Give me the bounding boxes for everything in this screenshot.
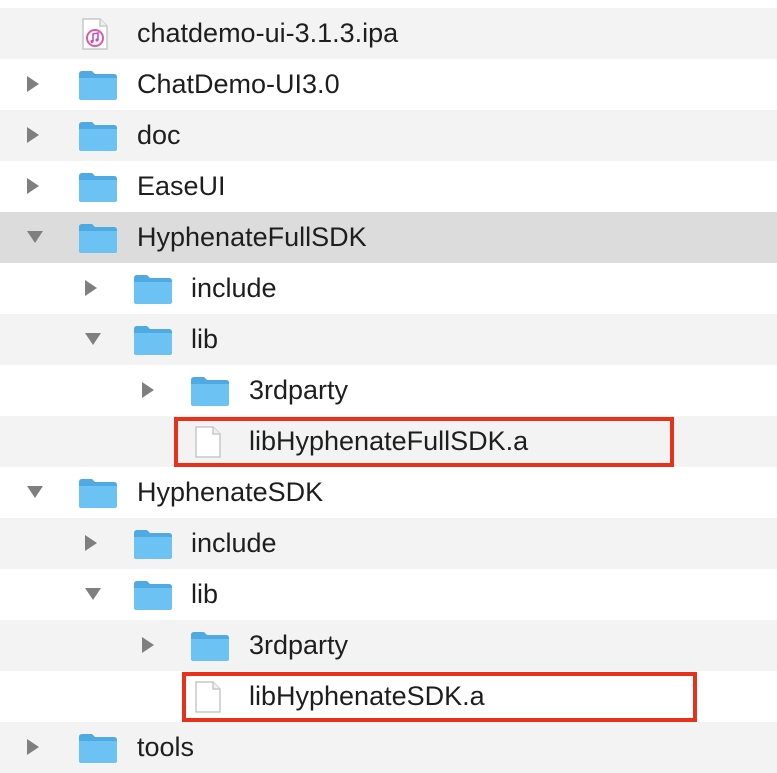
tree-row-lib[interactable]: lib <box>0 314 777 365</box>
tree-row-3rdparty[interactable]: 3rdparty <box>0 365 777 416</box>
tree-row-hyphenatesdk[interactable]: HyphenateSDK <box>0 467 777 518</box>
tree-row-label: libHyphenateSDK.a <box>249 681 485 711</box>
tree-row-label: lib <box>191 579 219 609</box>
tree-row-lib[interactable]: lib <box>0 569 777 620</box>
document-file-icon <box>195 426 221 463</box>
tree-row-include[interactable]: include <box>0 263 777 314</box>
folder-icon <box>78 171 118 208</box>
folder-icon <box>133 579 173 616</box>
tree-row-label: EaseUI <box>137 171 226 201</box>
tree-row-hyphenatefullsdk[interactable]: HyphenateFullSDK <box>0 212 777 263</box>
tree-row-libhyphenatefullsdk[interactable]: libHyphenateFullSDK.a <box>0 416 777 467</box>
disclosure-triangle-collapsed-icon[interactable] <box>137 379 159 401</box>
file-tree: chatdemo-ui-3.1.3.ipa ChatDemo-UI3.0 doc <box>0 0 777 773</box>
tree-row-label: HyphenateFullSDK <box>137 222 367 252</box>
folder-icon <box>133 528 173 565</box>
tree-row-3rdparty[interactable]: 3rdparty <box>0 620 777 671</box>
tree-row-label: 3rdparty <box>249 375 349 405</box>
tree-row-label: doc <box>137 120 181 150</box>
folder-icon <box>190 630 230 667</box>
tree-row-label: ChatDemo-UI3.0 <box>137 69 340 99</box>
disclosure-triangle-collapsed-icon[interactable] <box>22 124 44 146</box>
tree-row-libhyphenatesdk[interactable]: libHyphenateSDK.a <box>0 671 777 722</box>
tree-row-label: HyphenateSDK <box>137 477 324 507</box>
folder-icon <box>78 732 118 769</box>
itunes-file-icon <box>82 18 108 55</box>
tree-row-doc[interactable]: doc <box>0 110 777 161</box>
tree-row-label: lib <box>191 324 219 354</box>
folder-icon <box>78 69 118 106</box>
disclosure-triangle-collapsed-icon[interactable] <box>137 634 159 656</box>
disclosure-triangle-collapsed-icon[interactable] <box>22 73 44 95</box>
disclosure-triangle-expanded-icon[interactable] <box>24 226 46 248</box>
folder-icon <box>78 477 118 514</box>
tree-row-include[interactable]: include <box>0 518 777 569</box>
tree-row-tools[interactable]: tools <box>0 722 777 773</box>
tree-row-label: chatdemo-ui-3.1.3.ipa <box>137 18 399 48</box>
folder-icon <box>133 324 173 361</box>
disclosure-triangle-expanded-icon[interactable] <box>24 481 46 503</box>
document-file-icon <box>195 681 221 718</box>
tree-row-easeui[interactable]: EaseUI <box>0 161 777 212</box>
tree-row-label: 3rdparty <box>249 630 349 660</box>
folder-icon <box>78 120 118 157</box>
disclosure-triangle-collapsed-icon[interactable] <box>80 277 102 299</box>
disclosure-triangle-expanded-icon[interactable] <box>82 583 104 605</box>
disclosure-triangle-collapsed-icon[interactable] <box>80 532 102 554</box>
folder-icon <box>78 222 118 259</box>
tree-row-chatdemo-ui3[interactable]: ChatDemo-UI3.0 <box>0 59 777 110</box>
folder-icon <box>133 273 173 310</box>
folder-icon <box>190 375 230 412</box>
tree-row-ipa[interactable]: chatdemo-ui-3.1.3.ipa <box>0 8 777 59</box>
tree-row-label: tools <box>137 732 195 762</box>
tree-row-label: include <box>191 273 277 303</box>
tree-row-label: libHyphenateFullSDK.a <box>249 426 529 456</box>
disclosure-triangle-collapsed-icon[interactable] <box>22 736 44 758</box>
tree-row-label: include <box>191 528 277 558</box>
disclosure-triangle-collapsed-icon[interactable] <box>22 175 44 197</box>
disclosure-triangle-expanded-icon[interactable] <box>82 328 104 350</box>
